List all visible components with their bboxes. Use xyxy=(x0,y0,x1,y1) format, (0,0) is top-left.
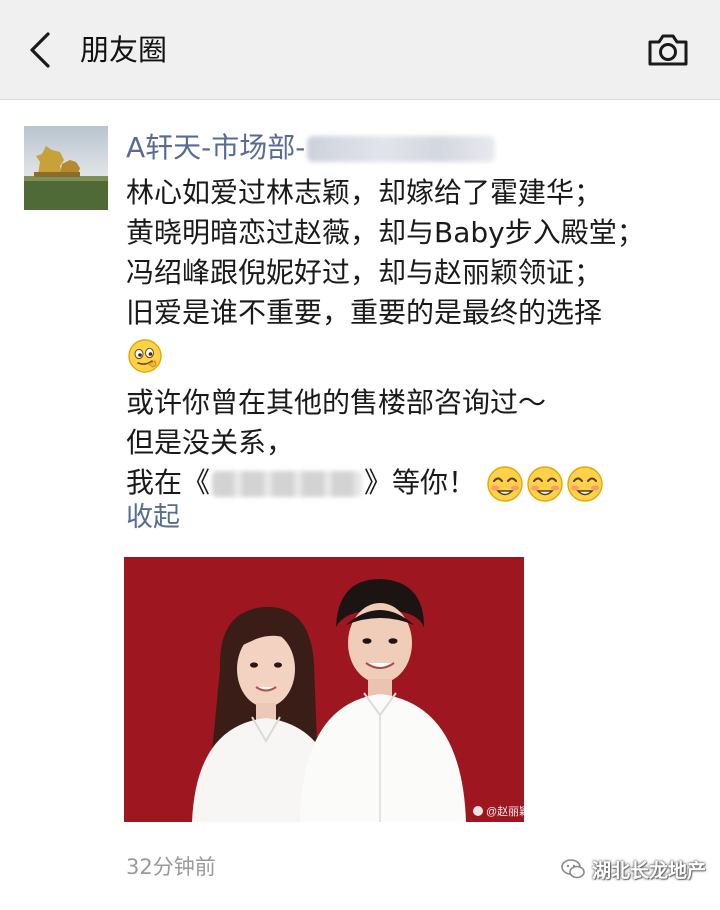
camera-icon[interactable] xyxy=(646,30,690,70)
couple-photo-image: @赵丽颖 xyxy=(124,557,524,822)
wechat-account-icon xyxy=(561,859,585,879)
top-navigation-bar: 朋友圈 xyxy=(0,0,720,100)
author-name-text: A轩天-市场部- xyxy=(126,131,306,164)
post-text-line: 冯绍峰跟倪妮好过，却与赵丽颖领证； xyxy=(126,256,603,289)
chevron-left-icon[interactable] xyxy=(22,30,58,70)
post-text-line: 但是没关系， xyxy=(126,426,295,459)
post-text: 林心如爱过林志颖，却嫁给了霍建华； 黄晓明暗恋过赵薇，却与Baby步入殿堂； 冯… xyxy=(126,173,706,503)
smirk-emoji-icon xyxy=(128,339,162,373)
watermark: 湖北长龙地产 xyxy=(560,852,706,886)
last-line-prefix: 我在《 xyxy=(126,466,211,499)
blush-emoji-icon xyxy=(487,466,523,502)
blush-emoji-icon xyxy=(567,466,603,502)
post-text-line: 黄晓明暗恋过赵薇，却与Baby步入殿堂； xyxy=(126,216,645,249)
photo-caption: @赵丽颖 xyxy=(486,804,524,818)
blurred-author-suffix xyxy=(307,136,496,162)
page-title: 朋友圈 xyxy=(80,33,168,67)
post-text-last-line: 我在《 》等你！ xyxy=(126,463,706,503)
post-text-line: 旧爱是谁不重要，重要的是最终的选择 xyxy=(126,296,603,329)
blurred-store-name xyxy=(212,471,363,497)
post-author-name[interactable]: A轩天-市场部- xyxy=(126,128,496,168)
last-line-suffix: 》等你！ xyxy=(364,466,477,499)
blush-emoji-icon xyxy=(527,466,563,502)
post-photo[interactable]: @赵丽颖 xyxy=(124,557,524,822)
avatar[interactable] xyxy=(24,126,108,210)
emoji-row xyxy=(126,333,706,383)
post-text-line: 或许你曾在其他的售楼部咨询过～ xyxy=(126,386,547,419)
avatar-image xyxy=(24,126,108,210)
post-timestamp: 32分钟前 xyxy=(126,855,216,879)
collapse-text-link[interactable]: 收起 xyxy=(126,498,180,538)
watermark-text: 湖北长龙地产 xyxy=(592,859,707,882)
post-text-line: 林心如爱过林志颖，却嫁给了霍建华； xyxy=(126,176,603,209)
